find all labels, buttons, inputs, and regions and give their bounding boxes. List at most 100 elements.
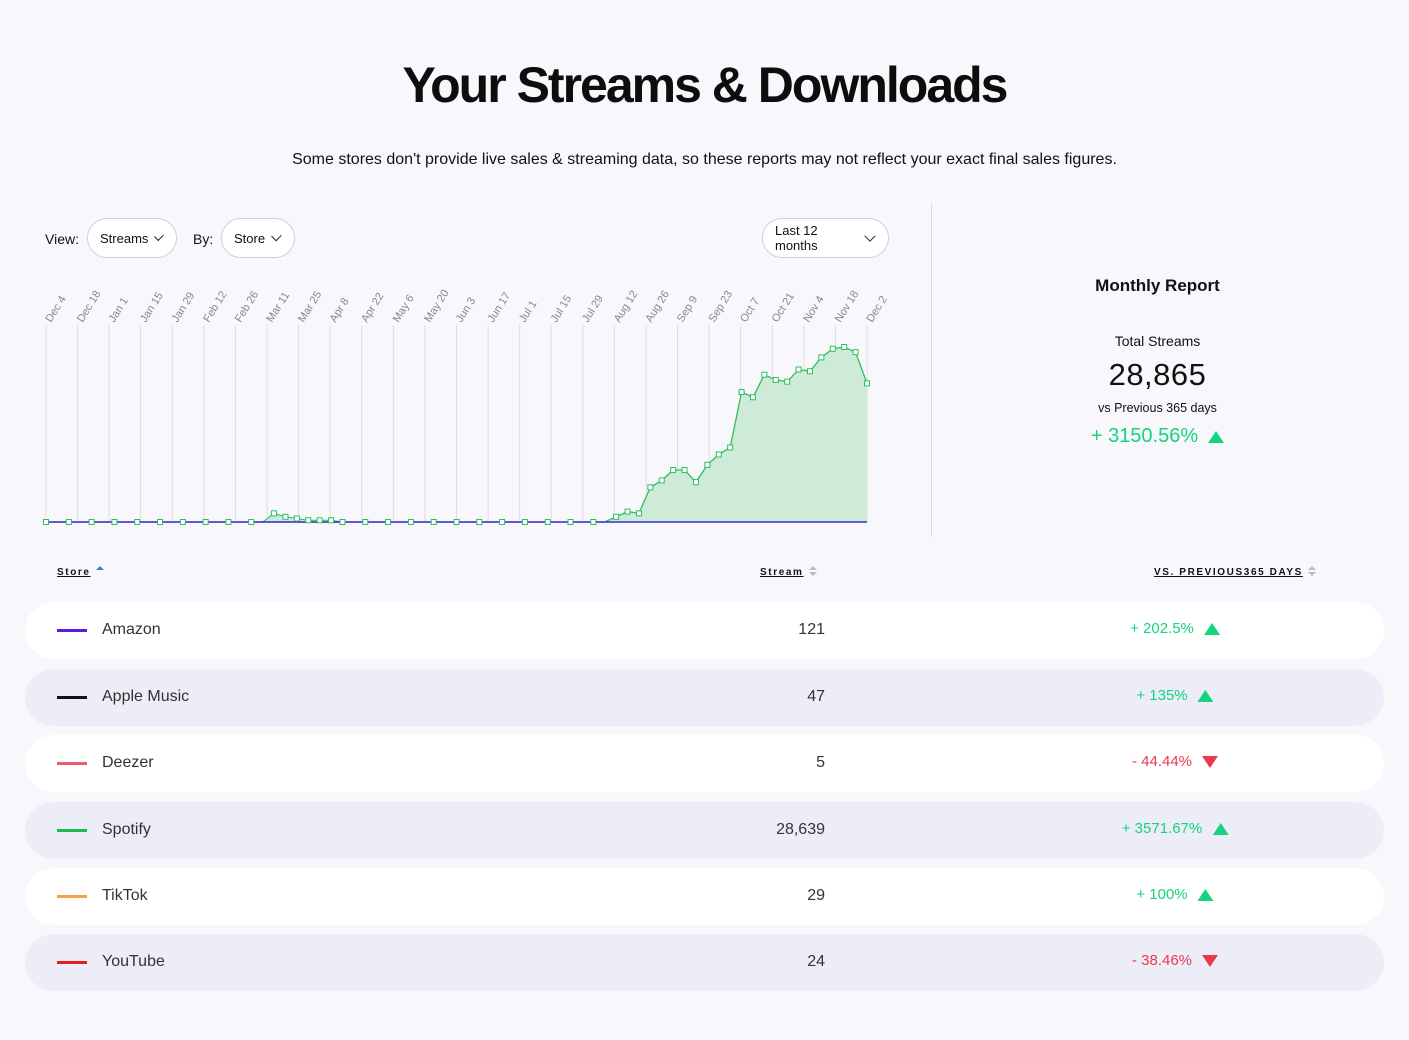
- spotify-point: [590, 519, 597, 525]
- chevron-down-icon: [271, 230, 282, 242]
- x-tick-label: Feb 12: [201, 289, 229, 324]
- store-name: Spotify: [102, 821, 151, 838]
- total-streams-value: 28,865: [1108, 357, 1207, 392]
- by-label: By:: [193, 231, 214, 247]
- spotify-point: [818, 354, 825, 361]
- spotify-point: [248, 519, 255, 525]
- range-select[interactable]: Last 12 months: [762, 218, 889, 258]
- sort-by-change[interactable]: VS. PREVIOUS365 DAYS: [1154, 566, 1316, 578]
- x-tick-label: Aug 26: [643, 289, 672, 325]
- spotify-point: [624, 508, 631, 515]
- x-tick-label: Apr 8: [328, 296, 352, 325]
- spotify-point: [704, 461, 711, 468]
- sort-by-store[interactable]: Store: [57, 566, 104, 578]
- trend-up-icon: [1208, 430, 1225, 443]
- by-select-value: Store: [234, 230, 266, 246]
- spotify-point: [316, 517, 323, 524]
- view-select[interactable]: Streams: [87, 218, 177, 258]
- stream-header-label: Stream: [760, 566, 804, 578]
- sort-icon: [1307, 566, 1316, 578]
- spotify-point: [647, 484, 654, 491]
- spotify-point: [362, 519, 369, 525]
- spotify-point: [134, 519, 141, 525]
- spotify-point: [293, 515, 300, 522]
- chevron-down-icon: [864, 230, 876, 242]
- change-value: - 38.46%: [1131, 952, 1193, 969]
- spotify-point: [864, 380, 870, 387]
- change-cell: - 44.44%: [1132, 753, 1219, 770]
- spotify-point: [499, 519, 506, 525]
- trend-up-icon: [1212, 822, 1229, 835]
- change-cell: + 202.5%: [1130, 620, 1220, 637]
- spotify-point: [852, 349, 859, 356]
- total-streams-label: Total Streams: [1114, 333, 1201, 349]
- x-tick-label: May 20: [422, 288, 451, 325]
- x-tick-label: Oct 7: [738, 296, 762, 325]
- store-color-swatch: [57, 961, 87, 964]
- report-title: Monthly Report: [1095, 276, 1220, 295]
- total-change-value: + 3150.56%: [1090, 425, 1199, 447]
- table-row[interactable]: Amazon 121 + 202.5%: [25, 602, 1384, 659]
- x-tick-label: Apr 22: [359, 291, 386, 325]
- store-name: YouTube: [102, 953, 165, 970]
- table-row[interactable]: Apple Music 47 + 135%: [25, 669, 1384, 726]
- spotify-point: [772, 376, 779, 383]
- sort-ascending-icon: [95, 566, 104, 578]
- x-tick-label: May 6: [391, 293, 417, 325]
- store-color-swatch: [57, 696, 87, 699]
- comparison-label: vs Previous 365 days: [1098, 401, 1217, 415]
- x-tick-label: Jan 15: [138, 290, 166, 324]
- sort-by-stream[interactable]: Stream: [760, 566, 817, 578]
- store-color-swatch: [57, 629, 87, 632]
- spotify-point: [43, 519, 49, 525]
- change-value: + 135%: [1136, 687, 1188, 704]
- spotify-point: [521, 519, 528, 525]
- store-name: Amazon: [102, 621, 161, 638]
- store-color-swatch: [57, 895, 87, 898]
- stream-count: 24: [807, 953, 825, 970]
- x-tick-label: Jul 1: [517, 299, 539, 325]
- x-tick-label: Jun 17: [485, 290, 513, 324]
- spotify-point: [761, 371, 768, 378]
- change-value: + 100%: [1136, 886, 1188, 903]
- x-tick-label: Jan 1: [107, 295, 131, 324]
- spotify-point: [339, 519, 346, 525]
- spotify-point: [829, 345, 836, 352]
- spotify-point: [692, 479, 699, 486]
- table-row[interactable]: YouTube 24 - 38.46%: [25, 934, 1384, 991]
- spotify-point: [88, 519, 95, 525]
- x-tick-label: Feb 26: [233, 289, 261, 324]
- x-tick-label: Sep 23: [706, 289, 735, 325]
- trend-up-icon: [1197, 689, 1214, 702]
- x-tick-label: Jul 29: [580, 293, 606, 324]
- store-name: Apple Music: [102, 688, 190, 705]
- streams-chart: Dec 4 Dec 18 Jan 1 Jan 15 Jan 29 Feb 12 Feb 26…: [43, 288, 890, 525]
- view-label: View:: [45, 231, 79, 247]
- range-select-value: Last 12 months: [775, 223, 818, 253]
- trend-up-icon: [1197, 888, 1214, 901]
- spotify-point: [658, 477, 665, 484]
- spotify-point: [738, 389, 745, 396]
- spotify-point: [65, 519, 72, 525]
- x-tick-label: Oct 21: [770, 291, 797, 325]
- x-tick-label: Jun 3: [454, 295, 478, 324]
- by-select[interactable]: Store: [221, 218, 295, 258]
- x-tick-label: Mar 25: [296, 289, 324, 324]
- sort-icon: [808, 566, 817, 578]
- spotify-point: [385, 519, 392, 525]
- x-tick-label: Nov 18: [833, 289, 862, 325]
- spotify-point: [567, 519, 574, 525]
- table-row[interactable]: Spotify 28,639 + 3571.67%: [25, 802, 1384, 859]
- change-value: + 202.5%: [1130, 620, 1194, 637]
- spotify-point: [784, 378, 791, 385]
- change-value: + 3571.67%: [1121, 820, 1203, 837]
- spotify-point: [225, 519, 232, 525]
- x-tick-label: Dec 4: [43, 294, 68, 325]
- page-subtitle: Some stores don't provide live sales & s…: [292, 151, 1117, 168]
- change-cell: + 135%: [1136, 687, 1214, 704]
- trend-down-icon: [1202, 954, 1219, 967]
- table-row[interactable]: Deezer 5 - 44.44%: [25, 735, 1384, 792]
- table-row[interactable]: TikTok 29 + 100%: [25, 868, 1384, 925]
- stream-count: 29: [807, 887, 825, 904]
- store-header-label: Store: [57, 566, 91, 578]
